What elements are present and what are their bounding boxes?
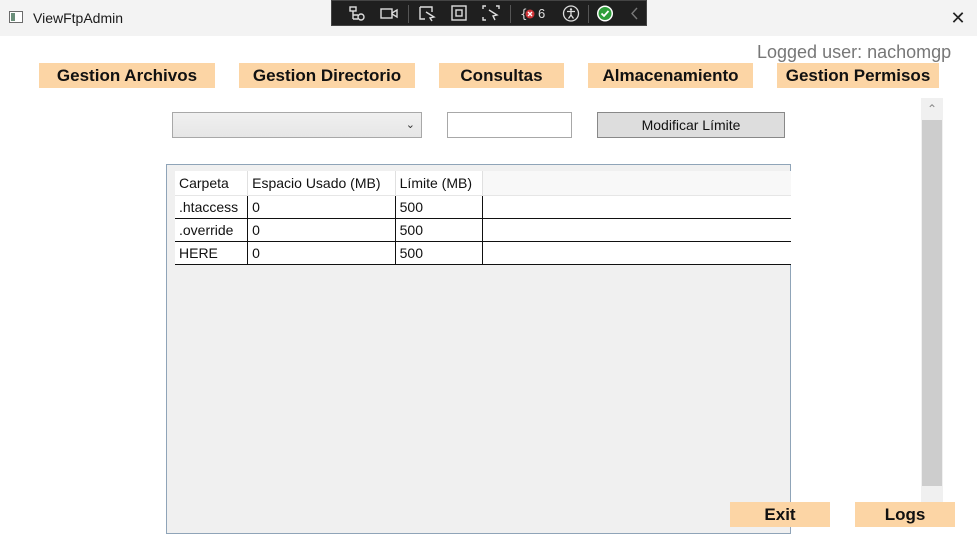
modify-limit-button[interactable]: Modificar Límite xyxy=(597,112,785,138)
table-row[interactable]: .override 0 500 xyxy=(175,218,791,242)
binding-failures-count: 6 xyxy=(538,6,546,21)
consultas-button[interactable]: Consultas xyxy=(439,63,564,88)
close-button[interactable]: ✕ xyxy=(940,2,976,34)
toolbar-separator xyxy=(588,5,589,23)
window-title: ViewFtpAdmin xyxy=(33,10,124,26)
storage-table: Carpeta Espacio Usado (MB) Límite (MB) .… xyxy=(175,171,791,265)
scrollbar-thumb[interactable] xyxy=(922,120,942,486)
select-element-icon[interactable] xyxy=(418,5,436,22)
column-header-carpeta[interactable]: Carpeta xyxy=(175,171,249,196)
vertical-scrollbar[interactable]: ⌃ xyxy=(921,98,943,502)
toolbar-separator xyxy=(510,5,511,23)
gestion-archivos-button[interactable]: Gestion Archivos xyxy=(39,63,215,88)
table-row[interactable]: .htaccess 0 500 xyxy=(175,195,791,219)
exit-button[interactable]: Exit xyxy=(730,502,830,527)
accessibility-icon[interactable] xyxy=(562,5,580,22)
cell-filler xyxy=(482,195,791,219)
gestion-permisos-button[interactable]: Gestion Permisos xyxy=(777,63,939,88)
chevron-down-icon: ⌄ xyxy=(405,119,415,131)
limit-input[interactable] xyxy=(447,112,572,138)
checkmark-icon[interactable] xyxy=(596,5,614,22)
close-icon: ✕ xyxy=(950,8,966,28)
cell-limite[interactable]: 500 xyxy=(395,218,484,242)
track-focus-icon[interactable] xyxy=(482,5,500,22)
display-layout-icon[interactable] xyxy=(450,5,468,22)
record-icon[interactable] xyxy=(380,5,398,22)
cell-limite[interactable]: 500 xyxy=(395,195,484,219)
column-header-limite[interactable]: Límite (MB) xyxy=(395,171,484,196)
cell-espacio[interactable]: 0 xyxy=(247,195,396,219)
cell-carpeta[interactable]: HERE xyxy=(175,241,249,265)
storage-datagrid[interactable]: Carpeta Espacio Usado (MB) Límite (MB) .… xyxy=(166,164,791,534)
cell-filler xyxy=(482,241,791,265)
cell-filler xyxy=(482,218,791,242)
cell-carpeta[interactable]: .htaccess xyxy=(175,195,249,219)
xaml-debug-toolbar: { 6 xyxy=(331,0,647,26)
folder-combobox[interactable]: ⌄ xyxy=(172,112,422,138)
live-visual-tree-icon[interactable] xyxy=(348,5,366,22)
scroll-up-icon[interactable]: ⌃ xyxy=(921,98,943,120)
cell-limite[interactable]: 500 xyxy=(395,241,484,265)
table-header-row: Carpeta Espacio Usado (MB) Límite (MB) xyxy=(175,171,791,196)
table-row[interactable]: HERE 0 500 xyxy=(175,241,791,265)
cell-carpeta[interactable]: .override xyxy=(175,218,249,242)
gestion-directorio-button[interactable]: Gestion Directorio xyxy=(239,63,415,88)
almacenamiento-button[interactable]: Almacenamiento xyxy=(588,63,753,88)
collapse-chevron-icon[interactable] xyxy=(626,5,644,22)
logged-user-label: Logged user: nachomgp xyxy=(757,42,952,62)
toolbar-separator xyxy=(408,5,409,23)
cell-espacio[interactable]: 0 xyxy=(247,241,396,265)
column-header-filler xyxy=(482,171,791,196)
binding-failures-icon[interactable]: { xyxy=(520,5,538,22)
logs-button[interactable]: Logs xyxy=(855,502,955,527)
app-icon xyxy=(9,11,23,23)
cell-espacio[interactable]: 0 xyxy=(247,218,396,242)
column-header-espacio[interactable]: Espacio Usado (MB) xyxy=(247,171,396,196)
